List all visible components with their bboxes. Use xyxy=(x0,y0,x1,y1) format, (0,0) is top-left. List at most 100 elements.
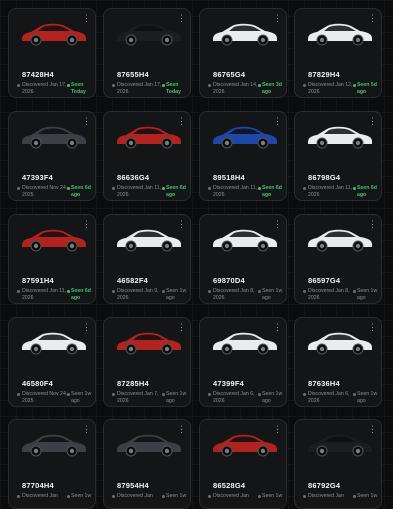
discovered-dot xyxy=(303,84,306,87)
vehicle-id: 86792G4 xyxy=(308,481,341,490)
seen-dot xyxy=(353,84,356,87)
car-hub xyxy=(224,346,230,352)
vehicle-card[interactable]: ⋮ 87655H4 Discovered Jan 17, 2026 Seen Toda… xyxy=(103,8,191,98)
discovered-dot xyxy=(17,187,20,190)
car-hub xyxy=(224,37,230,43)
car-hub xyxy=(355,37,361,43)
discovered-dot xyxy=(17,495,20,498)
car-hub xyxy=(319,140,325,146)
vehicle-card[interactable]: ⋮ 87591H4 Discovered Jan 11, 2026 Seen 6d a… xyxy=(8,214,96,304)
last-seen-status: Seen 6d ago xyxy=(262,185,282,198)
discovered-dot xyxy=(303,495,306,498)
last-seen-status: Seen 1w xyxy=(71,493,92,499)
vehicle-card[interactable]: ⋮ 47393F4 Discovered Nov 24, 2025 Seen 6d a… xyxy=(8,111,96,201)
last-seen-status: Seen 6d ago xyxy=(357,185,377,198)
seen-dot xyxy=(67,393,70,396)
vehicle-id: 46582F4 xyxy=(117,276,149,285)
car-hub xyxy=(164,243,170,249)
seen-dot xyxy=(67,187,70,190)
car-image xyxy=(213,126,277,149)
last-seen-status: Seen 1w ago xyxy=(357,391,378,404)
car-hub xyxy=(128,346,134,352)
car-hub xyxy=(224,140,230,146)
discovered-date: Discovered Jan 6, 2026 xyxy=(213,391,255,404)
vehicle-id: 69870D4 xyxy=(213,276,245,285)
seen-dot xyxy=(353,290,356,293)
discovered-date: Discovered Jan 11, 2026 xyxy=(117,185,162,198)
discovered-date: Discovered Nov 24, 2025 xyxy=(22,185,68,198)
seen-dot xyxy=(353,495,356,498)
discovered-dot xyxy=(17,290,20,293)
car-hub xyxy=(164,140,170,146)
vehicle-card[interactable]: ⋮ 86528G4 Discovered Jan Seen 1w xyxy=(199,419,287,509)
car-image xyxy=(117,332,181,355)
car-image xyxy=(308,229,372,252)
vehicle-card[interactable]: ⋮ 86798G4 Discovered Jan 11, 2026 Seen 6d a… xyxy=(294,111,382,201)
seen-dot xyxy=(162,290,165,293)
discovered-date: Discovered Jan 17, 2026 xyxy=(117,82,162,95)
discovered-date: Discovered Jan 8, 2026 xyxy=(308,288,350,301)
car-hub xyxy=(128,140,134,146)
vehicle-id: 87285H4 xyxy=(117,379,149,388)
vehicle-card[interactable]: ⋮ 86765G4 Discovered Jan 14, 2026 Seen 3d a… xyxy=(199,8,287,98)
seen-dot xyxy=(67,290,70,293)
car-hub xyxy=(69,37,75,43)
last-seen-status: Seen 1w ago xyxy=(71,391,92,404)
vehicle-id: 86765G4 xyxy=(213,70,246,79)
vehicle-id: 46580F4 xyxy=(22,379,54,388)
car-image xyxy=(22,229,86,252)
seen-dot xyxy=(67,84,70,87)
discovered-date: Discovered Jan 11, 2026 xyxy=(308,185,353,198)
seen-dot xyxy=(162,84,165,87)
vehicle-id: 86798G4 xyxy=(308,173,341,182)
car-image xyxy=(22,434,86,457)
vehicle-card[interactable]: ⋮ 87636H4 Discovered Jan 6, 2026 Seen 1w ag… xyxy=(294,317,382,407)
last-seen-status: Seen 6d ago xyxy=(71,288,91,301)
vehicle-id: 86636G4 xyxy=(117,173,150,182)
discovered-date: Discovered Jan 11, 2026 xyxy=(213,185,258,198)
vehicle-id: 47393F4 xyxy=(22,173,54,182)
last-seen-status: Seen 1w ago xyxy=(166,391,187,404)
discovered-dot xyxy=(208,187,211,190)
car-hub xyxy=(355,243,361,249)
vehicle-card[interactable]: ⋮ 87704H4 Discovered Jan Seen 1w xyxy=(8,419,96,509)
last-seen-status: Seen 1w ago xyxy=(262,391,283,404)
vehicle-card[interactable]: ⋮ 87285H4 Discovered Jan 7, 2026 Seen 1w ag… xyxy=(103,317,191,407)
car-hub xyxy=(164,346,170,352)
car-hub xyxy=(69,346,75,352)
vehicle-card[interactable]: ⋮ 86792G4 Discovered Jan Seen 1w xyxy=(294,419,382,509)
car-image xyxy=(22,23,86,46)
car-hub xyxy=(224,243,230,249)
car-hub xyxy=(128,37,134,43)
discovered-dot xyxy=(208,495,211,498)
discovered-dot xyxy=(112,290,115,293)
seen-dot xyxy=(162,393,165,396)
vehicle-id: 87704H4 xyxy=(22,481,54,490)
vehicle-card[interactable]: ⋮ 47399F4 Discovered Jan 6, 2026 Seen 1w ag… xyxy=(199,317,287,407)
vehicle-id: 89518H4 xyxy=(213,173,245,182)
discovered-dot xyxy=(208,290,211,293)
seen-dot xyxy=(258,290,261,293)
discovered-dot xyxy=(303,187,306,190)
vehicle-card[interactable]: ⋮ 86636G4 Discovered Jan 11, 2026 Seen 6d a… xyxy=(103,111,191,201)
vehicle-card[interactable]: ⋮ 46580F4 Discovered Nov 24, 2025 Seen 1w a… xyxy=(8,317,96,407)
car-hub xyxy=(33,448,39,454)
car-hub xyxy=(33,140,39,146)
car-hub xyxy=(224,448,230,454)
vehicle-card[interactable]: ⋮ 89518H4 Discovered Jan 11, 2026 Seen 6d a… xyxy=(199,111,287,201)
car-hub xyxy=(355,346,361,352)
discovered-date: Discovered Nov 24, 2025 xyxy=(22,391,68,404)
seen-dot xyxy=(162,495,165,498)
discovered-date: Discovered Jan xyxy=(22,493,58,499)
vehicle-card[interactable]: ⋮ 87829H4 Discovered Jan 12, 2026 Seen 5d a… xyxy=(294,8,382,98)
vehicle-card[interactable]: ⋮ 87428H4 Discovered Jan 17, 2026 Seen Toda… xyxy=(8,8,96,98)
vehicle-card[interactable]: ⋮ 87954H4 Discovered Jan Seen 1w xyxy=(103,419,191,509)
discovered-date: Discovered Jan 8, 2026 xyxy=(213,288,255,301)
discovered-dot xyxy=(208,84,211,87)
vehicle-id: 47399F4 xyxy=(213,379,245,388)
car-hub xyxy=(128,243,134,249)
vehicle-id: 87954H4 xyxy=(117,481,149,490)
vehicle-card[interactable]: ⋮ 86597G4 Discovered Jan 8, 2026 Seen 1w ag… xyxy=(294,214,382,304)
vehicle-card[interactable]: ⋮ 69870D4 Discovered Jan 8, 2026 Seen 1w ag… xyxy=(199,214,287,304)
vehicle-card[interactable]: ⋮ 46582F4 Discovered Jan 9, 2026 Seen 1w ag… xyxy=(103,214,191,304)
